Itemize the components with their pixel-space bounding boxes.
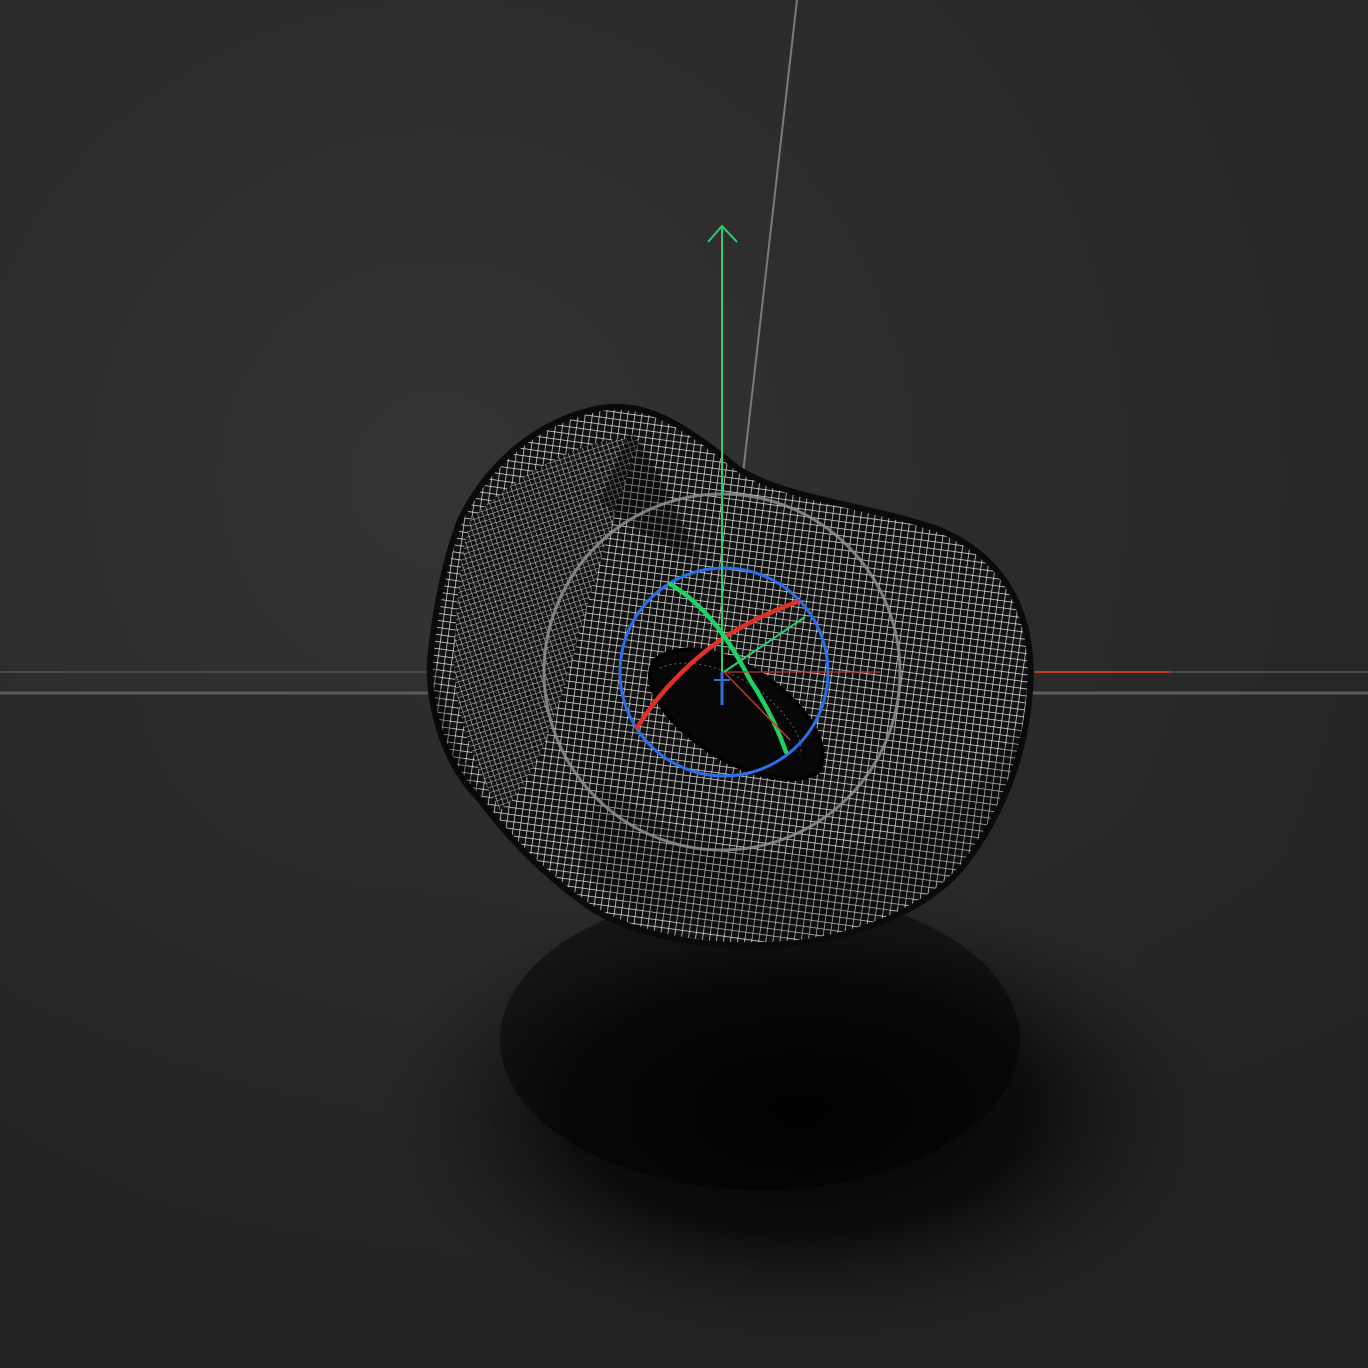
viewport-canvas[interactable] [0, 0, 1368, 1368]
3d-viewport[interactable] [0, 0, 1368, 1368]
